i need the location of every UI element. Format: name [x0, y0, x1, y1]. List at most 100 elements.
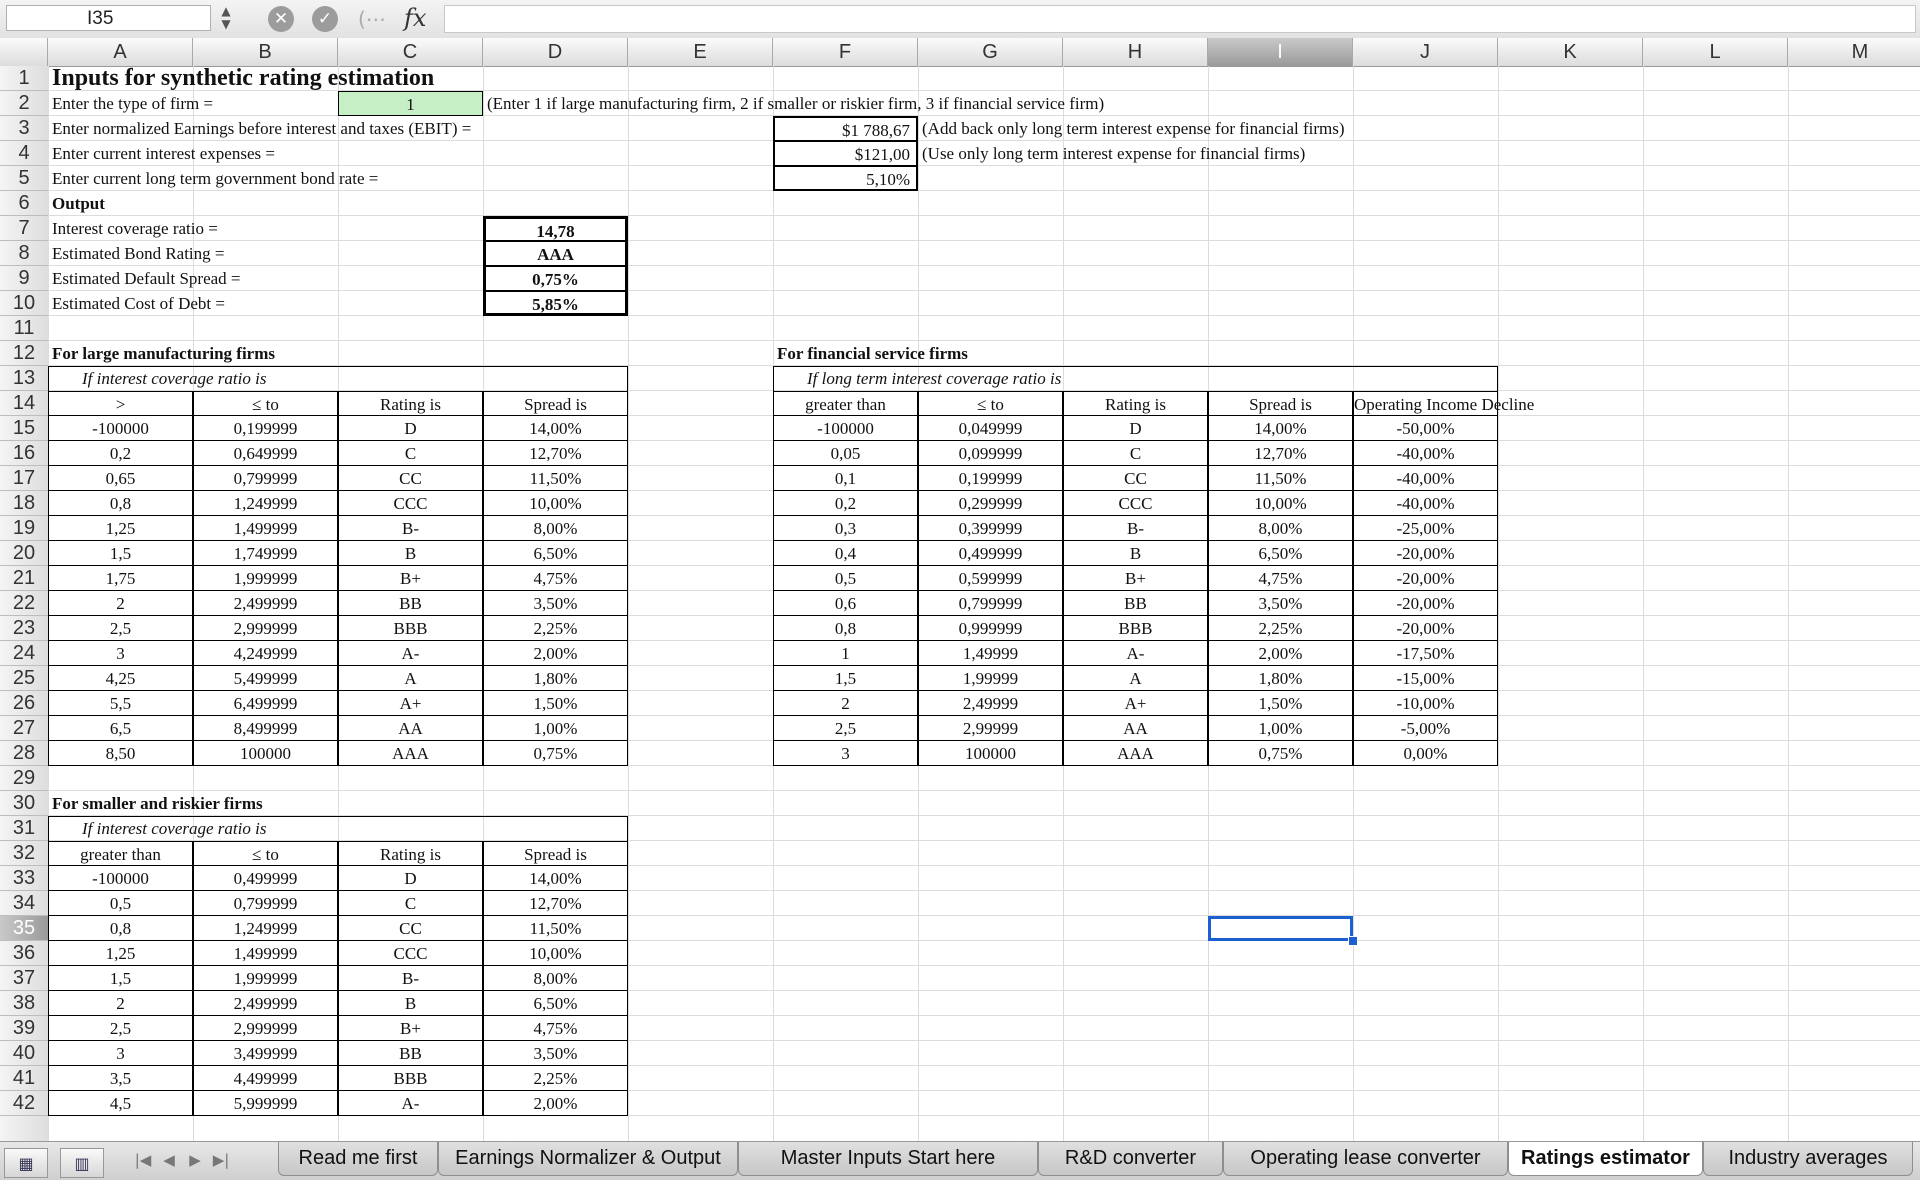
- small-firm-table-cell[interactable]: 0,8: [48, 916, 193, 941]
- small-firm-table-cell[interactable]: 4,75%: [483, 1016, 628, 1041]
- financial-firm-table-cell[interactable]: 0,5: [773, 566, 918, 591]
- financial-firm-table-cell[interactable]: 100000: [918, 741, 1063, 766]
- financial-firm-table-cell[interactable]: 0,999999: [918, 616, 1063, 641]
- large-firm-table-col-header[interactable]: Spread is: [483, 391, 628, 416]
- small-firm-table-cell[interactable]: 3,5: [48, 1066, 193, 1091]
- large-firm-table-cell[interactable]: 2,5: [48, 616, 193, 641]
- financial-firm-table-cell[interactable]: 0,2: [773, 491, 918, 516]
- financial-firm-table-cell[interactable]: 2: [773, 691, 918, 716]
- fill-handle[interactable]: [1348, 936, 1358, 946]
- large-firm-table-cell[interactable]: 1,999999: [193, 566, 338, 591]
- output-heading[interactable]: Output: [48, 191, 338, 216]
- large-firm-table-cell[interactable]: 0,199999: [193, 416, 338, 441]
- financial-firm-table-cell[interactable]: 0,599999: [918, 566, 1063, 591]
- small-firm-table-cell[interactable]: 5,999999: [193, 1091, 338, 1116]
- row-header-7[interactable]: 7: [0, 216, 48, 241]
- small-firm-table-cell[interactable]: CCC: [338, 941, 483, 966]
- financial-firm-table-cell[interactable]: 0,05: [773, 441, 918, 466]
- next-sheet-icon[interactable]: ▶: [182, 1148, 208, 1172]
- financial-firm-table-col-header[interactable]: Operating Income Decline: [1353, 391, 1534, 416]
- financial-firm-table-cell[interactable]: 1,80%: [1208, 666, 1353, 691]
- financial-firm-table-cell[interactable]: AAA: [1063, 741, 1208, 766]
- last-sheet-icon[interactable]: ▶|: [208, 1148, 234, 1172]
- large-firm-table-cell[interactable]: 5,5: [48, 691, 193, 716]
- row-header-13[interactable]: 13: [0, 366, 48, 391]
- small-firm-table-cell[interactable]: BB: [338, 1041, 483, 1066]
- row-header-8[interactable]: 8: [0, 241, 48, 266]
- active-cell-cursor[interactable]: [1208, 916, 1353, 941]
- small-firm-table-cell[interactable]: 6,50%: [483, 991, 628, 1016]
- small-firm-table-cell[interactable]: 14,00%: [483, 866, 628, 891]
- large-firm-table-cell[interactable]: 2,00%: [483, 641, 628, 666]
- large-firm-table-cell[interactable]: 14,00%: [483, 416, 628, 441]
- column-header-a[interactable]: A: [48, 38, 193, 66]
- row-header-40[interactable]: 40: [0, 1041, 48, 1066]
- row-header-25[interactable]: 25: [0, 666, 48, 691]
- large-firm-table-cell[interactable]: CC: [338, 466, 483, 491]
- financial-firm-table-cell[interactable]: -25,00%: [1353, 516, 1498, 541]
- large-firm-table-cell[interactable]: 3,50%: [483, 591, 628, 616]
- large-firm-table-col-header[interactable]: ≤ to: [193, 391, 338, 416]
- financial-firm-table-cell[interactable]: 6,50%: [1208, 541, 1353, 566]
- row-header-23[interactable]: 23: [0, 616, 48, 641]
- small-firm-table-col-header[interactable]: greater than: [48, 841, 193, 866]
- column-header-h[interactable]: H: [1063, 38, 1208, 66]
- financial-firm-table-cell[interactable]: 0,199999: [918, 466, 1063, 491]
- large-firm-table-cell[interactable]: 8,00%: [483, 516, 628, 541]
- large-firm-table-cell[interactable]: 3: [48, 641, 193, 666]
- large-firm-table-heading[interactable]: For large manufacturing firms: [48, 341, 483, 366]
- financial-firm-table-cell[interactable]: C: [1063, 441, 1208, 466]
- small-firm-table-cell[interactable]: BBB: [338, 1066, 483, 1091]
- interest-note[interactable]: (Use only long term interest expense for…: [918, 141, 1643, 166]
- normal-view-icon[interactable]: ▦: [4, 1148, 48, 1178]
- financial-firm-table-cell[interactable]: -40,00%: [1353, 466, 1498, 491]
- small-firm-table-cell[interactable]: 2,999999: [193, 1016, 338, 1041]
- large-firm-table-cell[interactable]: A-: [338, 641, 483, 666]
- financial-firm-table-cell[interactable]: 0,4: [773, 541, 918, 566]
- financial-firm-table-cell[interactable]: -20,00%: [1353, 616, 1498, 641]
- confirm-icon[interactable]: ✓: [312, 6, 338, 32]
- column-header-e[interactable]: E: [628, 38, 773, 66]
- financial-firm-table-col-header[interactable]: ≤ to: [918, 391, 1063, 416]
- large-firm-table-cell[interactable]: 8,50: [48, 741, 193, 766]
- financial-firm-table-cell[interactable]: D: [1063, 416, 1208, 441]
- firm-type-label[interactable]: Enter the type of firm =: [48, 91, 338, 116]
- large-firm-table-cell[interactable]: 2: [48, 591, 193, 616]
- firm-type-note[interactable]: (Enter 1 if large manufacturing firm, 2 …: [483, 91, 1353, 116]
- financial-firm-table-cell[interactable]: -100000: [773, 416, 918, 441]
- small-firm-table-col-header[interactable]: Spread is: [483, 841, 628, 866]
- financial-firm-table-cell[interactable]: -20,00%: [1353, 566, 1498, 591]
- financial-firm-table-cell[interactable]: 1,99999: [918, 666, 1063, 691]
- large-firm-table-cell[interactable]: 1,249999: [193, 491, 338, 516]
- large-firm-table-cell[interactable]: 1,75: [48, 566, 193, 591]
- rating-value[interactable]: AAA: [483, 241, 628, 266]
- small-firm-table-cell[interactable]: 3,50%: [483, 1041, 628, 1066]
- financial-firm-table-cell[interactable]: -40,00%: [1353, 441, 1498, 466]
- large-firm-table-cell[interactable]: 8,499999: [193, 716, 338, 741]
- row-header-26[interactable]: 26: [0, 691, 48, 716]
- row-header-39[interactable]: 39: [0, 1016, 48, 1041]
- financial-firm-table-cell[interactable]: -17,50%: [1353, 641, 1498, 666]
- financial-firm-table-cell[interactable]: 14,00%: [1208, 416, 1353, 441]
- column-header-f[interactable]: F: [773, 38, 918, 66]
- large-firm-table-cell[interactable]: BBB: [338, 616, 483, 641]
- large-firm-table-cell[interactable]: 6,5: [48, 716, 193, 741]
- row-header-29[interactable]: 29: [0, 766, 48, 791]
- small-firm-table-cell[interactable]: 0,499999: [193, 866, 338, 891]
- financial-firm-table-cell[interactable]: BBB: [1063, 616, 1208, 641]
- spread-value[interactable]: 0,75%: [483, 266, 628, 291]
- financial-firm-table-cell[interactable]: B: [1063, 541, 1208, 566]
- row-header-34[interactable]: 34: [0, 891, 48, 916]
- large-firm-table-cell[interactable]: 1,5: [48, 541, 193, 566]
- financial-firm-table-cell[interactable]: 0,6: [773, 591, 918, 616]
- small-firm-table-cell[interactable]: 0,5: [48, 891, 193, 916]
- financial-firm-table-cell[interactable]: 0,299999: [918, 491, 1063, 516]
- page-layout-view-icon[interactable]: ▥: [60, 1148, 104, 1178]
- financial-firm-table-cell[interactable]: 0,099999: [918, 441, 1063, 466]
- function-paren-icon[interactable]: (⋯: [358, 6, 394, 32]
- row-header-15[interactable]: 15: [0, 416, 48, 441]
- row-header-22[interactable]: 22: [0, 591, 48, 616]
- small-firm-table-cell[interactable]: CC: [338, 916, 483, 941]
- select-all-corner[interactable]: [0, 38, 48, 66]
- row-header-33[interactable]: 33: [0, 866, 48, 891]
